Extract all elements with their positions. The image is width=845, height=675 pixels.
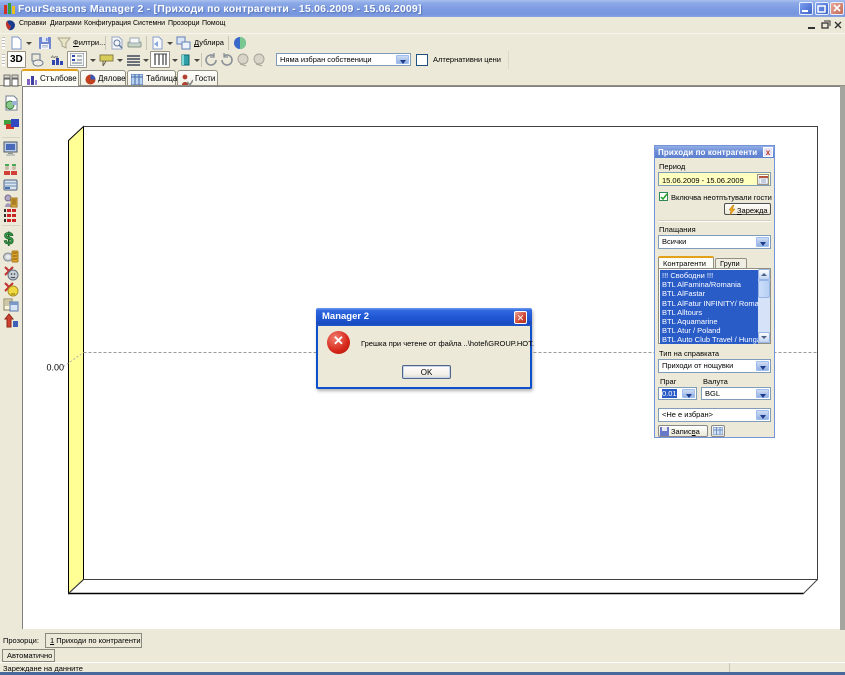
svg-text:0.00: 0.00	[46, 363, 64, 373]
svg-text:Avg: Avg	[51, 54, 58, 59]
svg-text:$: $	[4, 229, 14, 247]
